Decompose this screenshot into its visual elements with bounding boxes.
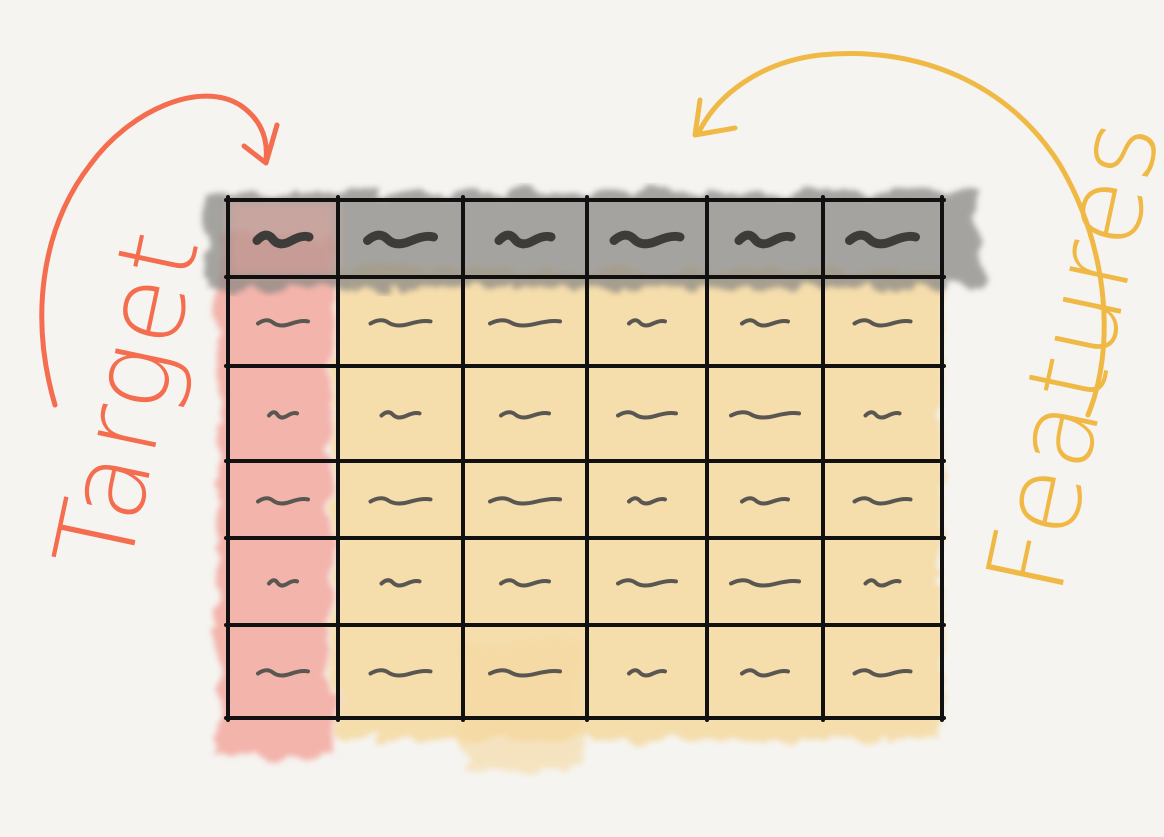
features-wash-drip [460, 640, 580, 770]
target-header-tint [228, 200, 338, 277]
target-features-diagram: Target Features [31, 51, 1164, 770]
features-label: Features [963, 108, 1164, 604]
target-wash [218, 235, 333, 755]
diagram-canvas: Target Features [0, 0, 1164, 837]
target-label: Target [31, 220, 224, 581]
